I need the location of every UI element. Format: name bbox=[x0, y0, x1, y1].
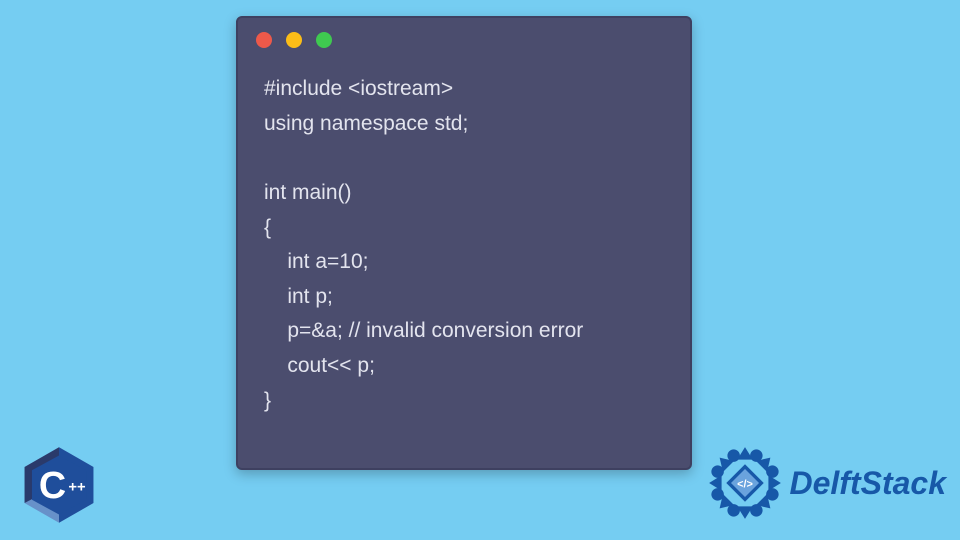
brand-glyph: </> bbox=[737, 479, 753, 491]
cpp-logo-letter: C bbox=[39, 464, 66, 506]
close-icon[interactable] bbox=[256, 32, 272, 48]
brand-badge: </> DelftStack bbox=[706, 444, 947, 522]
brand-mark-icon: </> bbox=[706, 444, 784, 522]
cpp-logo-plusplus: ++ bbox=[68, 480, 86, 496]
window-titlebar bbox=[238, 18, 690, 54]
code-window: #include <iostream> using namespace std;… bbox=[236, 16, 692, 470]
minimize-icon[interactable] bbox=[286, 32, 302, 48]
cpp-logo-icon: C ++ bbox=[18, 444, 100, 526]
maximize-icon[interactable] bbox=[316, 32, 332, 48]
brand-name: DelftStack bbox=[790, 465, 947, 502]
code-block: #include <iostream> using namespace std;… bbox=[238, 54, 690, 438]
